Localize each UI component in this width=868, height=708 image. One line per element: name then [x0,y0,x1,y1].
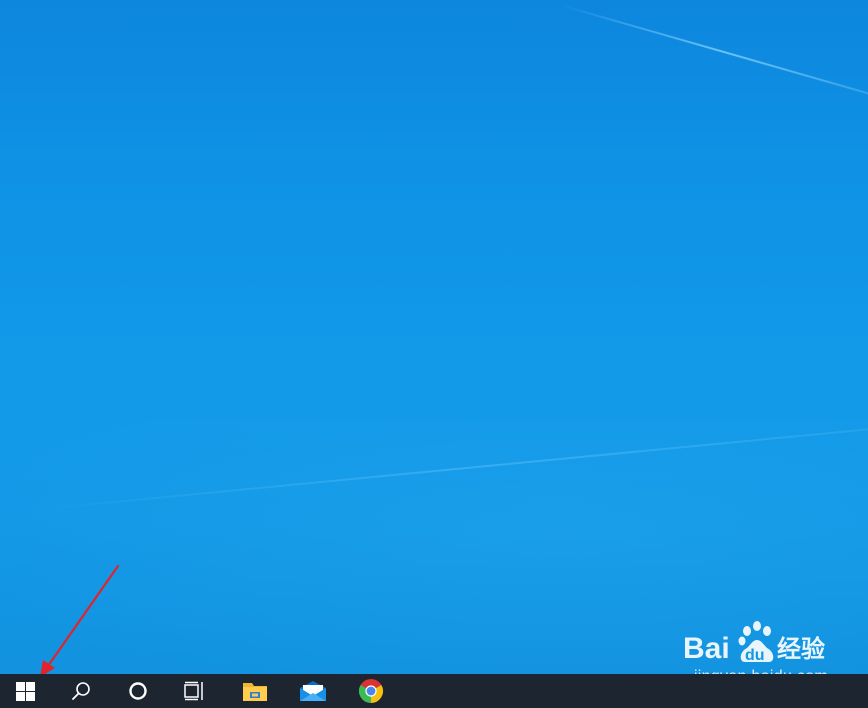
chrome-icon [358,679,384,703]
start-button[interactable] [0,674,50,708]
windows-logo-icon [15,681,35,701]
task-view-button[interactable] [164,674,226,708]
cortana-circle-icon [129,682,147,700]
taskbar-app-mail[interactable] [284,674,342,708]
wallpaper-light-streak [559,4,868,100]
taskbar-app-chrome[interactable] [342,674,400,708]
mail-icon [300,681,326,701]
taskbar [0,674,868,708]
search-icon [72,682,90,700]
screen: Bai du 经验 jingyan.baidu.com [0,0,868,708]
taskbar-app-file-explorer[interactable] [226,674,284,708]
desktop-wallpaper[interactable] [0,0,868,674]
folder-icon [243,683,267,701]
wallpaper-light-haze [0,420,868,674]
task-view-icon [184,681,203,701]
search-button[interactable] [50,674,112,708]
wallpaper-light-streak [19,423,868,512]
cortana-button[interactable] [112,674,164,708]
